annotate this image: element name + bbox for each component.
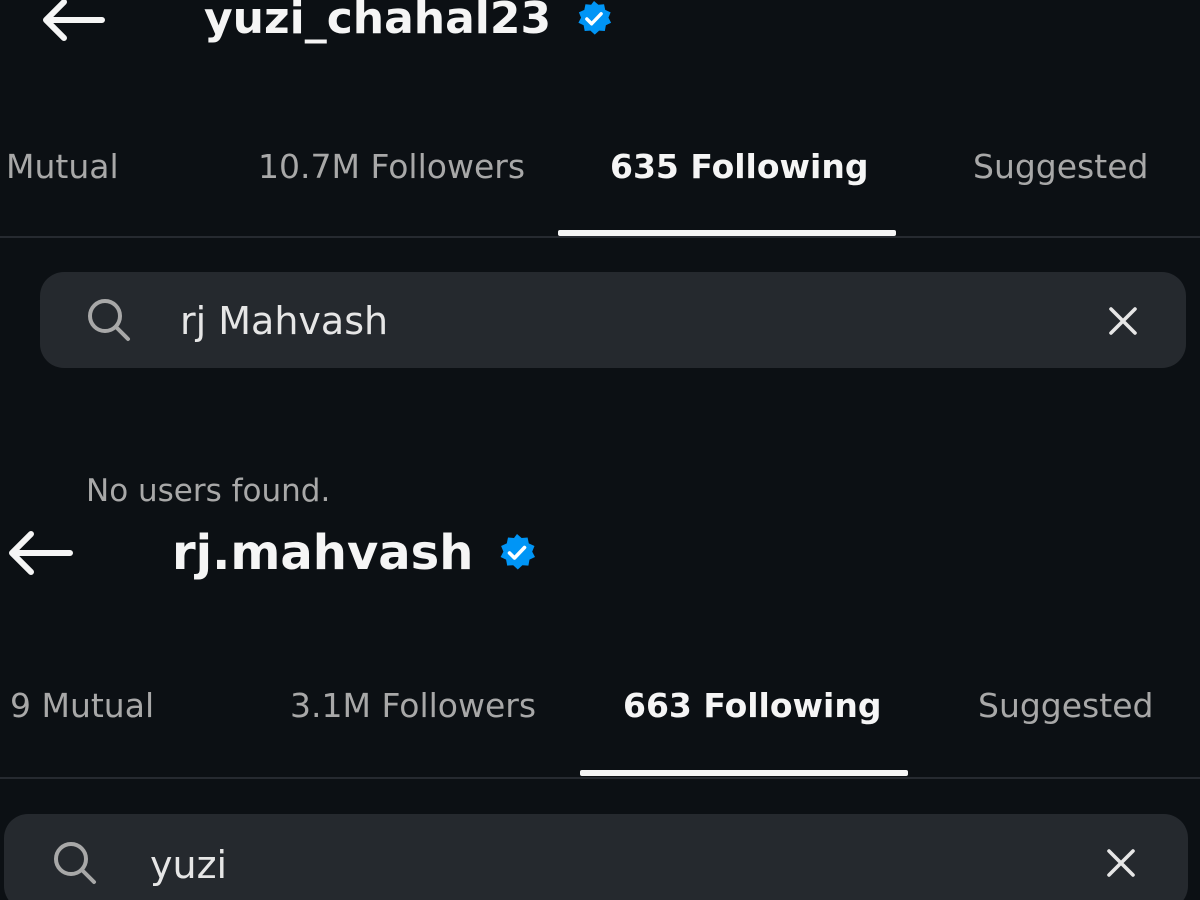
profile-following-screen-1: yuzi_chahal23 Mutual 10.7M Followers 635… xyxy=(0,0,1200,507)
verified-badge-icon xyxy=(500,534,536,570)
tab-followers[interactable]: 10.7M Followers xyxy=(258,150,525,183)
username-header: rj.mahvash xyxy=(172,526,537,580)
search-bar[interactable]: rj Mahvash xyxy=(40,272,1186,368)
back-arrow-icon[interactable] xyxy=(6,530,74,576)
verified-badge-icon xyxy=(578,0,612,35)
username: rj.mahvash xyxy=(172,525,474,581)
back-arrow-icon[interactable] xyxy=(40,0,106,42)
tab-mutual[interactable]: Mutual xyxy=(6,150,119,183)
username: yuzi_chahal23 xyxy=(204,0,552,44)
search-input[interactable]: rj Mahvash xyxy=(180,302,388,340)
tab-suggested[interactable]: Suggested xyxy=(973,150,1148,183)
tab-followers[interactable]: 3.1M Followers xyxy=(290,689,536,722)
search-bar[interactable]: yuzi xyxy=(4,814,1188,900)
search-icon xyxy=(54,842,96,884)
tab-divider xyxy=(0,236,1200,238)
tab-following[interactable]: 635 Following xyxy=(610,150,868,183)
tab-following[interactable]: 663 Following xyxy=(623,689,881,722)
search-icon xyxy=(88,299,130,341)
close-icon[interactable] xyxy=(1108,306,1138,336)
tab-suggested[interactable]: Suggested xyxy=(978,689,1153,722)
username-header: yuzi_chahal23 xyxy=(204,0,613,44)
profile-following-screen-2: rj.mahvash 9 Mutual 3.1M Followers 663 F… xyxy=(0,470,1200,900)
tab-divider xyxy=(0,777,1200,779)
close-icon[interactable] xyxy=(1106,848,1136,878)
search-input[interactable]: yuzi xyxy=(150,846,227,884)
tab-mutual[interactable]: 9 Mutual xyxy=(10,689,154,722)
active-tab-indicator xyxy=(580,770,908,776)
